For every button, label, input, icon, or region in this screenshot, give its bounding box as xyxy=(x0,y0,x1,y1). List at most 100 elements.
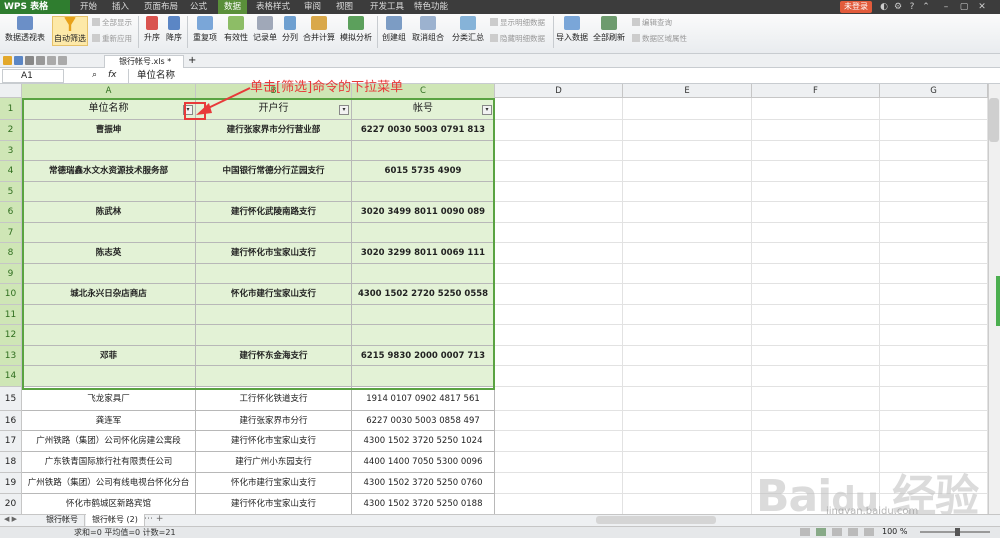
reapply-button[interactable]: 重新应用 xyxy=(92,33,132,44)
empty-cell[interactable] xyxy=(623,98,752,120)
data-cell[interactable] xyxy=(352,223,495,243)
data-cell[interactable] xyxy=(196,141,352,161)
autofilter-button[interactable]: 自动筛选 xyxy=(52,16,88,46)
data-cell[interactable]: 怀化市建行宝家山支行 xyxy=(196,284,352,305)
empty-cell[interactable] xyxy=(880,202,988,223)
empty-cell[interactable] xyxy=(495,182,623,202)
row-header[interactable]: 20 xyxy=(0,494,22,515)
data-cell[interactable]: 广州铁路（集团）公司怀化房建公寓段 xyxy=(22,431,196,452)
edit-query-button[interactable]: 编辑查询 xyxy=(632,17,672,28)
data-cell[interactable]: 4300 1502 3720 5250 1024 xyxy=(352,431,495,452)
data-cell[interactable]: 怀化市建行宝家山支行 xyxy=(196,473,352,494)
empty-cell[interactable] xyxy=(752,387,880,411)
empty-cell[interactable] xyxy=(623,411,752,431)
help-icon[interactable]: ? xyxy=(906,1,918,13)
data-cell[interactable]: 广州铁路（集团）公司有线电视台怀化分台 xyxy=(22,473,196,494)
import-data-button[interactable]: 导入数据 xyxy=(556,16,588,46)
data-cell[interactable]: 建行怀化武陵南路支行 xyxy=(196,202,352,223)
empty-cell[interactable] xyxy=(623,284,752,305)
redo-icon[interactable] xyxy=(58,56,67,65)
menu-item[interactable]: 数据 xyxy=(218,0,248,14)
skin-icon[interactable]: ◐ xyxy=(878,1,890,13)
empty-cell[interactable] xyxy=(495,411,623,431)
empty-cell[interactable] xyxy=(752,411,880,431)
empty-cell[interactable] xyxy=(623,494,752,515)
preview-icon[interactable] xyxy=(36,56,45,65)
data-cell[interactable] xyxy=(22,223,196,243)
empty-cell[interactable] xyxy=(623,202,752,223)
empty-cell[interactable] xyxy=(880,366,988,387)
pivot-table-button[interactable]: 数据透视表 xyxy=(4,16,46,46)
consolidate-button[interactable]: 合并计算 xyxy=(302,16,336,46)
normal-view-icon[interactable] xyxy=(800,528,810,536)
data-cell[interactable] xyxy=(352,366,495,387)
page-break-icon[interactable] xyxy=(832,528,842,536)
name-box[interactable]: A1 xyxy=(2,69,64,83)
minimize-icon[interactable]: – xyxy=(940,1,952,13)
validity-button[interactable]: 有效性 xyxy=(222,16,250,46)
add-sheet-icon[interactable]: ⋯ + xyxy=(144,514,163,524)
empty-cell[interactable] xyxy=(880,98,988,120)
empty-cell[interactable] xyxy=(495,387,623,411)
document-tab[interactable]: 银行帐号.xls * xyxy=(104,55,184,68)
menu-item[interactable]: 页面布局 xyxy=(138,0,184,14)
data-cell[interactable] xyxy=(22,325,196,346)
empty-cell[interactable] xyxy=(880,431,988,452)
side-panel-tab[interactable] xyxy=(996,276,1000,326)
empty-cell[interactable] xyxy=(623,473,752,494)
data-cell[interactable] xyxy=(196,223,352,243)
data-cell[interactable] xyxy=(22,305,196,325)
empty-cell[interactable] xyxy=(880,243,988,264)
open-icon[interactable] xyxy=(3,56,12,65)
sheet-nav-icon[interactable]: ◀ ▶ xyxy=(4,515,17,523)
empty-cell[interactable] xyxy=(880,141,988,161)
row-header[interactable]: 17 xyxy=(0,431,22,452)
column-header-g[interactable]: G xyxy=(880,84,988,98)
settings-icon[interactable]: ⚙ xyxy=(892,1,904,13)
empty-cell[interactable] xyxy=(623,141,752,161)
row-header[interactable]: 15 xyxy=(0,387,22,411)
data-cell[interactable]: 4400 1400 7050 5300 0096 xyxy=(352,452,495,473)
data-cell[interactable]: 建行怀化市宝家山支行 xyxy=(196,243,352,264)
empty-cell[interactable] xyxy=(623,120,752,141)
data-cell[interactable] xyxy=(196,182,352,202)
row-header[interactable]: 2 xyxy=(0,120,22,141)
empty-cell[interactable] xyxy=(623,387,752,411)
data-cell[interactable] xyxy=(22,366,196,387)
empty-cell[interactable] xyxy=(880,305,988,325)
column-header-a[interactable]: A xyxy=(22,84,196,98)
empty-cell[interactable] xyxy=(752,141,880,161)
data-cell[interactable]: 建行怀化市宝家山支行 xyxy=(196,494,352,515)
empty-cell[interactable] xyxy=(495,346,623,366)
empty-cell[interactable] xyxy=(880,387,988,411)
header-cell[interactable]: 帐号 xyxy=(352,98,495,120)
empty-cell[interactable] xyxy=(495,325,623,346)
empty-cell[interactable] xyxy=(880,161,988,182)
data-cell[interactable]: 陈志英 xyxy=(22,243,196,264)
empty-cell[interactable] xyxy=(495,120,623,141)
empty-cell[interactable] xyxy=(495,366,623,387)
empty-cell[interactable] xyxy=(752,202,880,223)
menu-item[interactable]: 公式 xyxy=(184,0,213,14)
close-icon[interactable]: ✕ xyxy=(976,1,988,13)
empty-cell[interactable] xyxy=(495,473,623,494)
fx-icon[interactable]: fx xyxy=(108,70,117,80)
refresh-all-button[interactable]: 全部刷新 xyxy=(591,16,627,46)
empty-cell[interactable] xyxy=(752,284,880,305)
app-menu-button[interactable]: WPS 表格 xyxy=(0,0,70,14)
data-cell[interactable]: 中国银行常德分行芷园支行 xyxy=(196,161,352,182)
menu-item[interactable]: 表格样式 xyxy=(250,0,296,14)
data-cell[interactable]: 建行怀化市宝家山支行 xyxy=(196,431,352,452)
empty-cell[interactable] xyxy=(880,411,988,431)
data-cell[interactable]: 4300 1502 3720 5250 0188 xyxy=(352,494,495,515)
data-cell[interactable]: 建行广州小东园支行 xyxy=(196,452,352,473)
sort-descending-button[interactable]: 降序 xyxy=(163,16,185,46)
row-header[interactable]: 3 xyxy=(0,141,22,161)
menu-item[interactable]: 视图 xyxy=(330,0,359,14)
empty-cell[interactable] xyxy=(495,431,623,452)
row-header[interactable]: 1 xyxy=(0,98,22,120)
form-button[interactable]: 记录单 xyxy=(252,16,278,46)
empty-cell[interactable] xyxy=(623,223,752,243)
row-header[interactable]: 13 xyxy=(0,346,22,366)
data-cell[interactable]: 1914 0107 0902 4817 561 xyxy=(352,387,495,411)
